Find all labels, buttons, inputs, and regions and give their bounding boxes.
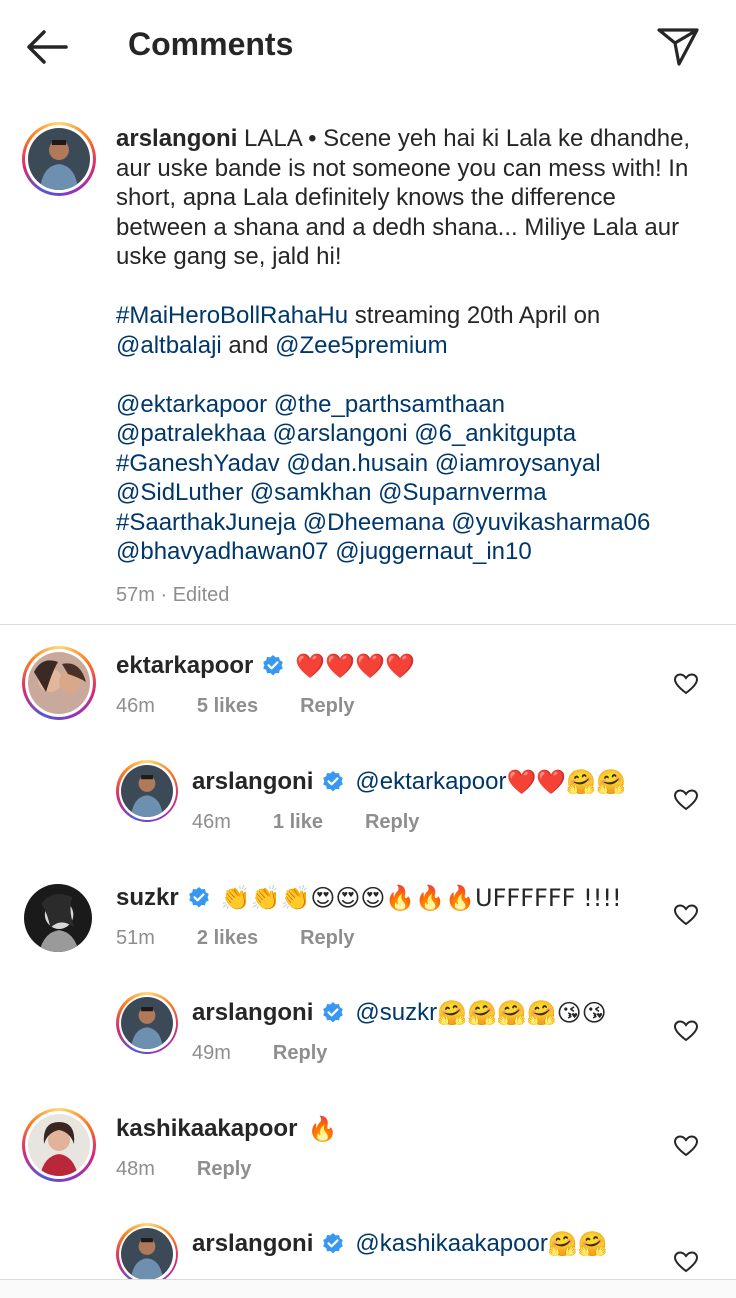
verified-icon [321,770,345,794]
tags-line-6[interactable]: @bhavyadhawan07 @juggernaut_in10 [116,537,706,567]
comment-3-meta: 51m 2 likes Reply [116,927,397,950]
heart-icon[interactable] [673,672,699,696]
heart-icon[interactable] [673,1134,699,1158]
mention-zee5[interactable]: @Zee5premium [275,332,447,359]
stream-text: streaming 20th April on [348,302,601,329]
comment-6: arslangoni @kashikaakapoor 🤗🤗 [192,1230,608,1258]
reply-button[interactable]: Reply [197,1158,251,1180]
tags-line-2[interactable]: @patralekhaa @arslangoni @6_ankitgupta [116,419,706,449]
comment-username[interactable]: arslangoni [192,768,313,796]
reply-button[interactable]: Reply [365,811,419,833]
comment-username[interactable]: kashikaakapoor [116,1115,297,1143]
page-title: Comments [128,26,294,62]
reply-button[interactable]: Reply [273,1042,327,1064]
comment-4-meta: 49m Reply [192,1042,369,1065]
comment-mention[interactable]: @kashikaakapoor [355,1230,547,1258]
tags-line-3[interactable]: #GaneshYadav @dan.husain @iamroysanyal [116,449,706,479]
edited-label: Edited [172,583,230,606]
comment-1: ektarkapoor ❤️❤️❤️❤️ [116,652,415,680]
reply-button[interactable]: Reply [300,927,354,949]
tags-line-4[interactable]: @SidLuther @samkhan @Suparnverma [116,478,706,508]
comment-username[interactable]: arslangoni [192,999,313,1027]
divider [0,624,736,625]
comment-mention[interactable]: @ektarkapoor [355,768,506,796]
comment-2-meta: 46m 1 like Reply [192,811,461,834]
tags-line-5[interactable]: #SaarthakJuneja @Dheemana @yuvikasharma0… [116,508,706,538]
heart-icon[interactable] [673,1019,699,1043]
avatar-arslangoni[interactable] [116,992,178,1054]
comment-time: 48m [116,1158,155,1180]
meta-separator: · [160,583,168,606]
likes-count[interactable]: 5 likes [197,695,258,717]
comment-username[interactable]: ektarkapoor [116,652,253,680]
caption-username[interactable]: arslangoni [116,125,237,152]
heart-icon[interactable] [673,903,699,927]
avatar-arslangoni[interactable] [116,1223,178,1285]
comment-time: 46m [116,695,155,717]
comment-input-bar[interactable] [0,1279,736,1298]
avatar-ektarkapoor[interactable] [22,646,96,720]
send-icon[interactable] [655,24,701,70]
comment-text: ❤️❤️❤️❤️ [295,652,415,680]
heart-icon[interactable] [673,1250,699,1274]
likes-count[interactable]: 1 like [273,811,323,833]
verified-icon [261,654,285,678]
hashtag-main[interactable]: #MaiHeroBollRahaHu [116,302,348,329]
comment-text: ❤️❤️🤗🤗 [506,768,626,796]
verified-icon [321,1001,345,1025]
comment-text: 🤗🤗🤗🤗😘😘 [437,999,607,1027]
comment-mention[interactable]: @suzkr [355,999,437,1027]
mention-altbalaji[interactable]: @altbalaji [116,332,222,359]
post-time: 57m [116,583,155,606]
likes-count[interactable]: 2 likes [197,927,258,949]
reply-button[interactable]: Reply [300,695,354,717]
avatar-suzkr[interactable] [24,884,92,952]
comment-5-meta: 48m Reply [116,1158,293,1181]
comment-username[interactable]: suzkr [116,884,179,912]
avatar-kashikaakapoor[interactable] [22,1108,96,1182]
comment-text: 🔥 [307,1115,338,1143]
comment-time: 49m [192,1042,231,1064]
comment-time: 51m [116,927,155,949]
comment-1-meta: 46m 5 likes Reply [116,695,397,718]
comment-3: suzkr 👏👏👏😍😍😍🔥🔥🔥UFFFFFF !!!! [116,884,622,912]
tags-line-1[interactable]: @ektarkapoor @the_parthsamthaan [116,390,706,420]
comment-5: kashikaakapoor 🔥 [116,1115,337,1143]
avatar-arslangoni[interactable] [116,760,178,822]
back-arrow-icon[interactable] [22,24,72,70]
verified-icon [187,886,211,910]
post-meta: 57m · Edited [116,581,706,611]
comment-time: 46m [192,811,231,833]
header-bar: Comments [0,0,736,96]
comment-username[interactable]: arslangoni [192,1230,313,1258]
verified-icon [321,1232,345,1256]
avatar-arslangoni[interactable] [22,122,96,196]
heart-icon[interactable] [673,788,699,812]
comment-text: 🤗🤗 [547,1230,608,1258]
and-text: and [221,331,276,359]
post-caption: arslangoni LALA • Scene yeh hai ki Lala … [116,124,706,610]
comment-4: arslangoni @suzkr 🤗🤗🤗🤗😘😘 [192,999,607,1027]
comment-2: arslangoni @ektarkapoor ❤️❤️🤗🤗 [192,768,626,796]
comment-text: 👏👏👏😍😍😍🔥🔥🔥UFFFFFF !!!! [220,884,622,912]
